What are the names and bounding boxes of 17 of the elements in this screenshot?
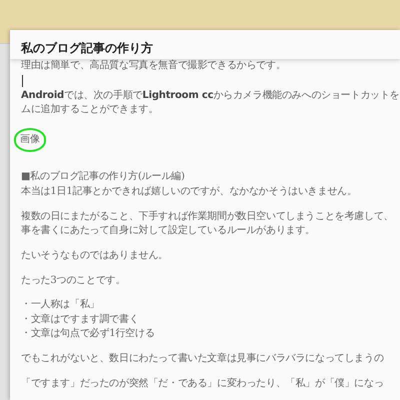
text-line: Androidでは、次の手順でLightroom ccからカメラ機能のみへのショートカットを — [21, 88, 400, 102]
image-placeholder-text: 画像 — [20, 134, 40, 145]
text-line: 理由は簡単で、高品質な写真を無音で撮影できるからです。 — [21, 59, 286, 73]
text-line: でもこれがないと、数日にわたって書いた文章は見事にバラバラになってしまうの — [21, 352, 384, 366]
text-line: ・文章はですます調で書く — [21, 312, 139, 327]
dialog-title: 私のブログ記事の作り方 — [21, 41, 153, 55]
text-line: たいそうなものではありません。 — [21, 248, 168, 263]
text-line: ・一人称は「私」 — [21, 298, 100, 312]
text-line: ムに追加することができます。 — [21, 103, 158, 117]
text-line: ・文章は句点で必ず1行空ける — [21, 327, 155, 342]
text-line: 本当は1日1記事とかできれば嬉しいのですが、なかなかそうはいきません。 — [21, 184, 357, 199]
text-line: 「ですます」だったのが突然「だ・である」に変わったり、「私」が「僕」になっ — [21, 377, 384, 392]
text-cursor — [22, 74, 23, 86]
text-line: 事を書くにあたって自身に対して設定しているルールがあります。 — [21, 224, 316, 238]
text-line: ■私のブログ記事の作り方(ルール編) — [21, 170, 185, 184]
text-line: たった3つのことです。 — [21, 274, 126, 288]
text-line: 複数の日にまたがること、下手すれば作業期間が数日空いてしまうことを考慮して、 — [21, 210, 394, 224]
